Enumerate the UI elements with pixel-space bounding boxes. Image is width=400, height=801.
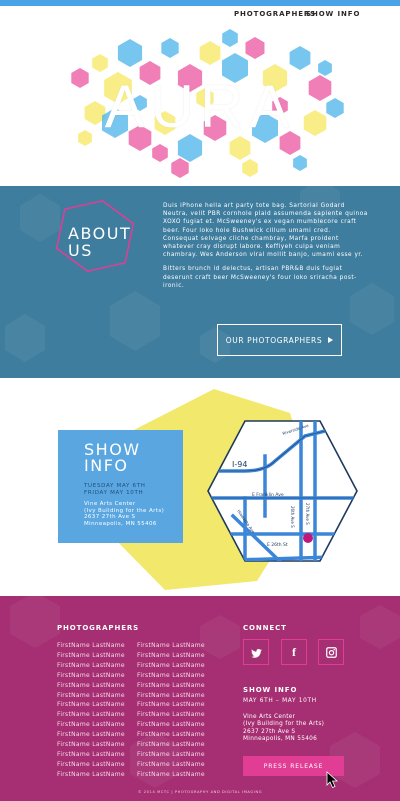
footer-show-info-heading: SHOW INFO [243, 686, 298, 694]
photographer-name: FirstName LastName [57, 750, 125, 758]
nav-show-info-link[interactable]: SHOW INFO [306, 10, 360, 18]
footer-show-dates: MAY 6TH – MAY 10TH [243, 698, 317, 704]
photographer-name: FirstName LastName [57, 741, 125, 749]
facebook-button[interactable]: f [281, 639, 307, 665]
show-title: SHOW INFO [84, 442, 141, 474]
show-venue-line4: Minneapolis, MN 55406 [84, 520, 157, 527]
nav-photographers-link[interactable]: PHOTOGRAPHERS [234, 10, 316, 18]
photographer-names-column-1: FirstName LastName FirstName LastName Firs… [57, 641, 125, 780]
hero-section: AURA [0, 28, 400, 186]
footer-venue-line4: Minneapolis, MN 55406 [243, 735, 318, 742]
show-date-1: TUESDAY MAY 6TH [84, 483, 146, 489]
about-paragraph-1: Duis iPhone hella art party tote bag. Sa… [163, 203, 368, 259]
map-label-26th-st: E 26th St [267, 542, 288, 548]
top-nav: PHOTOGRAPHERS SHOW INFO [0, 6, 400, 28]
photographer-name: FirstName LastName [137, 681, 205, 689]
about-body: Duis iPhone hella art party tote bag. Sa… [163, 202, 368, 296]
map-label-franklin: E Franklin Ave [252, 492, 284, 498]
caret-right-icon [328, 336, 334, 345]
photographer-name: FirstName LastName [57, 721, 125, 729]
photographer-name: FirstName LastName [57, 770, 125, 778]
footer-venue-line1: Vine Arts Center [243, 714, 296, 720]
twitter-icon [250, 643, 262, 662]
photographer-name: FirstName LastName [137, 760, 205, 768]
footer-venue: Vine Arts Center (Ivy Building for the A… [243, 714, 324, 743]
photographer-name: FirstName LastName [137, 770, 205, 778]
photographers-heading: PHOTOGRAPHERS [57, 624, 140, 632]
show-dates: TUESDAY MAY 6TH FRIDAY MAY 10TH [84, 483, 146, 496]
photographer-name: FirstName LastName [137, 711, 205, 719]
connect-heading: CONNECT [243, 624, 287, 632]
facebook-icon: f [292, 644, 296, 659]
show-date-2: FRIDAY MAY 10TH [84, 489, 144, 496]
photographer-name: FirstName LastName [57, 711, 125, 719]
photographer-name: FirstName LastName [137, 701, 205, 709]
venue-marker [303, 533, 313, 543]
about-heading-line1: ABOUT [68, 224, 132, 243]
mouse-cursor-icon [326, 771, 339, 789]
photographer-name: FirstName LastName [57, 701, 125, 709]
show-venue-line2: (Ivy Building for the Arts) [84, 507, 165, 514]
our-photographers-label: OUR PHOTOGRAPHERS [225, 335, 323, 345]
photographer-name: FirstName LastName [57, 691, 125, 699]
photographer-name: FirstName LastName [57, 642, 125, 649]
photographer-name: FirstName LastName [137, 691, 205, 699]
hero-title: AURA [104, 73, 296, 140]
footer-venue-line2: (Ivy Building for the Arts) [243, 721, 325, 728]
map-label-26th-ave: 26th Ave S [290, 506, 295, 528]
photographer-name: FirstName LastName [137, 661, 205, 669]
photographer-name: FirstName LastName [137, 651, 205, 659]
photographer-names-column-2: FirstName LastName FirstName LastName Firs… [137, 641, 205, 780]
photographer-name: FirstName LastName [137, 642, 205, 649]
copyright-text: © 2014 MCTC | PHOTOGRAPHY AND DIGITAL IM… [137, 790, 263, 794]
footer-venue-line3: 2637 27th Ave S [243, 728, 296, 735]
about-section: ABOUT US Duis iPhone hella art party tot… [0, 186, 400, 378]
instagram-icon [325, 643, 337, 662]
show-venue-line3: 2637 27th Ave S [84, 514, 136, 521]
show-info-card: SHOW INFO TUESDAY MAY 6TH FRIDAY MAY 10T… [58, 430, 183, 543]
photographer-name: FirstName LastName [137, 750, 205, 758]
photographer-name: FirstName LastName [57, 681, 125, 689]
show-title-line2: INFO [84, 456, 129, 475]
photographer-name: FirstName LastName [137, 671, 205, 679]
about-heading: ABOUT US [68, 225, 131, 259]
about-paragraph-2: Bitters brunch id delectus, artisan PBR&… [163, 266, 357, 289]
photographer-name: FirstName LastName [137, 721, 205, 729]
photographer-name: FirstName LastName [57, 731, 125, 739]
photographer-name: FirstName LastName [137, 741, 205, 749]
photographer-name: FirstName LastName [57, 760, 125, 768]
map-label-i94: I-94 [232, 460, 247, 469]
map-label-27th-ave: 27th Ave S [305, 503, 310, 525]
show-venue: Vine Arts Center (Ivy Building for the A… [84, 501, 164, 527]
footer-section: PHOTOGRAPHERS FirstName LastName FirstNam… [0, 596, 400, 801]
show-venue-line1: Vine Arts Center [84, 501, 136, 507]
photographer-name: FirstName LastName [137, 731, 205, 739]
twitter-button[interactable] [243, 639, 269, 665]
our-photographers-button[interactable]: OUR PHOTOGRAPHERS [217, 324, 342, 356]
photographer-name: FirstName LastName [57, 671, 125, 679]
about-heading-line2: US [68, 241, 93, 260]
instagram-button[interactable] [318, 639, 344, 665]
show-info-section: SHOW INFO TUESDAY MAY 6TH FRIDAY MAY 10T… [0, 378, 400, 596]
photographer-name: FirstName LastName [57, 651, 125, 659]
venue-map[interactable]: I-94 Riverside Ave E Franklin Ave Hiawat… [205, 416, 365, 576]
photographer-name: FirstName LastName [57, 661, 125, 669]
